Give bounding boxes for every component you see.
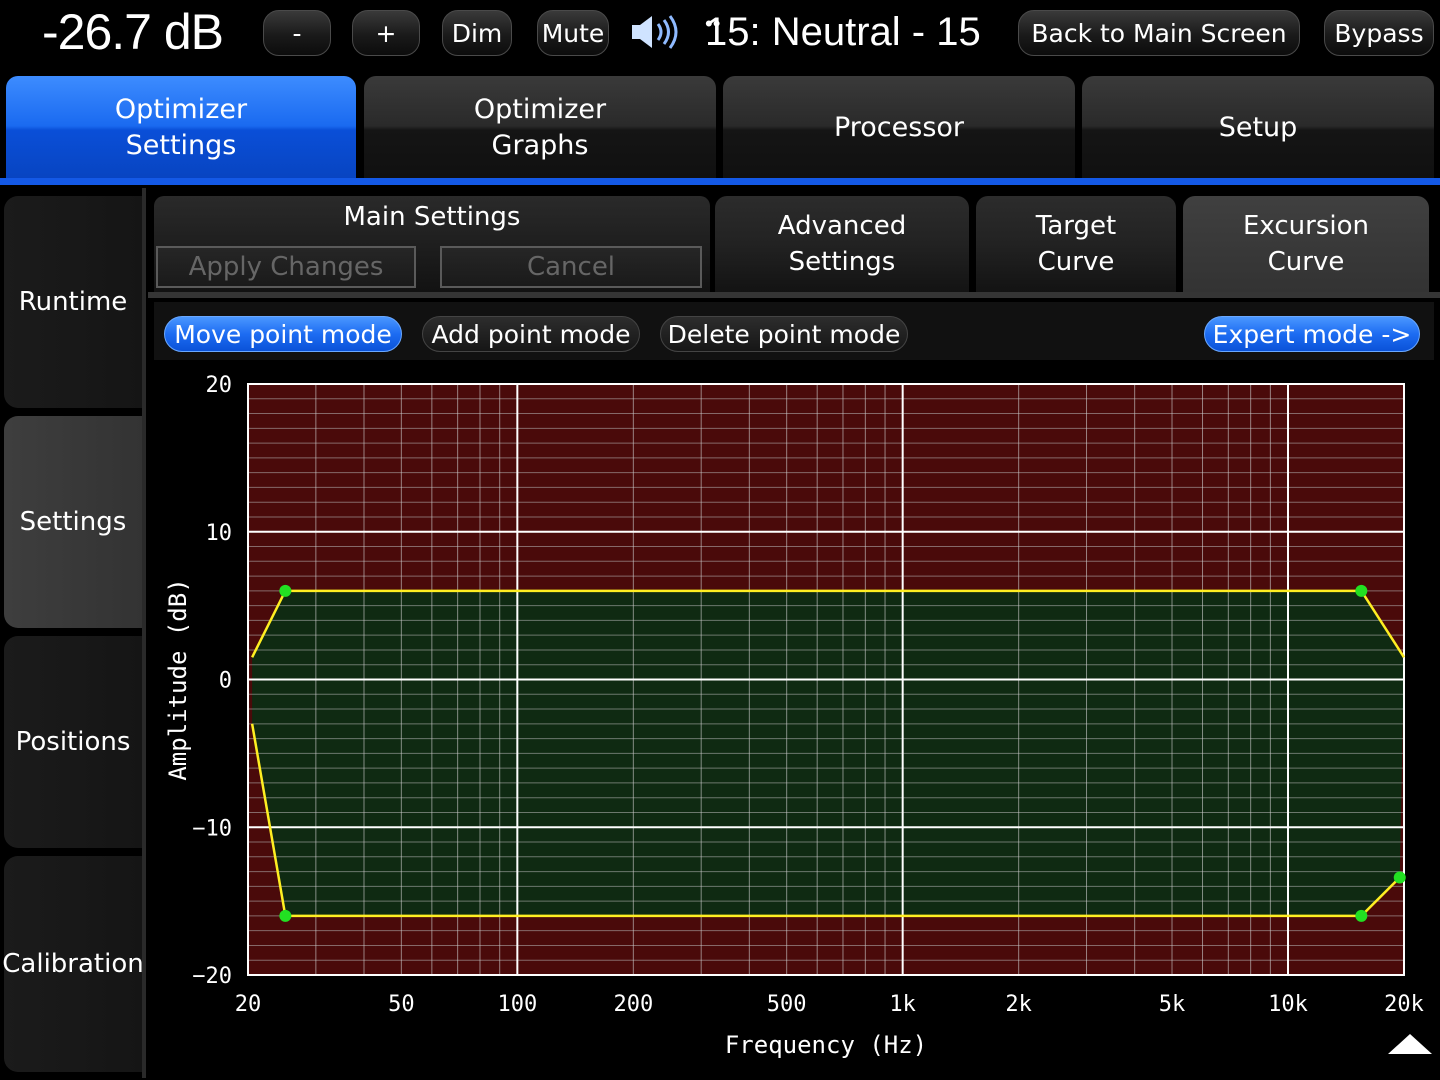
- side-tab-settings[interactable]: Settings: [4, 416, 142, 628]
- x-tick-label: 5k: [1159, 992, 1186, 1017]
- x-tick-label: 1k: [889, 992, 916, 1017]
- volume-up-button[interactable]: +: [352, 10, 420, 56]
- tab-optimizer-settings[interactable]: Optimizer Settings: [6, 76, 356, 180]
- x-tick-label: 50: [388, 992, 415, 1017]
- curve-control-point[interactable]: [1355, 909, 1368, 922]
- x-axis-label: Frequency (Hz): [725, 1031, 927, 1059]
- apply-changes-button[interactable]: Apply Changes: [156, 246, 416, 288]
- side-tab-label: Calibration: [2, 949, 144, 979]
- tab-optimizer-graphs[interactable]: Optimizer Graphs: [364, 76, 716, 180]
- x-tick-label: 2k: [1005, 992, 1032, 1017]
- add-point-mode-button[interactable]: Add point mode: [422, 316, 640, 352]
- side-tab-label: Settings: [19, 507, 127, 537]
- x-tick-label: 200: [613, 992, 653, 1017]
- delete-point-mode-button[interactable]: Delete point mode: [660, 316, 908, 352]
- tab-label-line1: Optimizer: [473, 94, 607, 125]
- tab-label-line1: Target: [1035, 211, 1117, 241]
- preset-name: 15: Neutral - 15: [705, 10, 981, 54]
- tab-label-line2: Settings: [788, 247, 896, 277]
- main-tabs: Optimizer Settings Optimizer Graphs Proces…: [0, 72, 1440, 182]
- tab-label-line1: Advanced: [777, 211, 907, 241]
- y-tick-label: 20: [206, 373, 233, 398]
- expert-mode-button[interactable]: Expert mode ->: [1204, 316, 1420, 352]
- y-tick-label: −20: [192, 964, 232, 989]
- curve-control-point[interactable]: [279, 584, 292, 597]
- mode-bar: Move point mode Add point mode Delete po…: [154, 302, 1434, 360]
- tab-target-curve[interactable]: Target Curve: [976, 196, 1176, 292]
- curve-control-point[interactable]: [279, 909, 292, 922]
- side-tab-label: Positions: [15, 727, 131, 757]
- main-settings-title[interactable]: Main Settings: [154, 202, 710, 232]
- tab-advanced-settings[interactable]: Advanced Settings: [715, 196, 969, 292]
- volume-down-button[interactable]: -: [263, 10, 331, 56]
- curve-control-point[interactable]: [1393, 871, 1406, 884]
- x-tick-label: 10k: [1268, 992, 1308, 1017]
- cancel-button[interactable]: Cancel: [440, 246, 702, 288]
- tab-label-line2: Curve: [1267, 247, 1345, 277]
- tab-label: Setup: [1218, 112, 1298, 143]
- tab-label-line2: Curve: [1037, 247, 1115, 277]
- side-tab-positions[interactable]: Positions: [4, 636, 142, 848]
- side-separator: [142, 188, 146, 1078]
- scroll-up-button[interactable]: [1380, 1012, 1440, 1080]
- tab-excursion-curve[interactable]: Excursion Curve: [1183, 196, 1429, 292]
- back-to-main-screen-button[interactable]: Back to Main Screen: [1018, 10, 1300, 56]
- x-tick-label: 500: [767, 992, 807, 1017]
- move-point-mode-button[interactable]: Move point mode: [164, 316, 402, 352]
- excursion-curve-chart[interactable]: 20 50 100 200 500 1k 2k 5k 10k 20k 20100−10−20 Fr…: [154, 362, 1434, 1072]
- side-tab-calibration[interactable]: Calibration: [2, 856, 144, 1072]
- tab-label-line1: Excursion: [1243, 211, 1369, 241]
- preset-title[interactable]: •• 15: Neutral - 15: [705, 4, 981, 60]
- tab-processor[interactable]: Processor: [723, 76, 1075, 180]
- y-axis-label: Amplitude (dB): [164, 578, 192, 780]
- volume-readout: -26.7 dB: [42, 4, 224, 60]
- tab-label-line2: Graphs: [491, 130, 589, 161]
- curve-control-point[interactable]: [1355, 584, 1368, 597]
- tab-label: Processor: [833, 112, 965, 143]
- y-tick-label: −10: [192, 816, 232, 841]
- tab-label-line1: Optimizer: [114, 94, 248, 125]
- speaker-volume-icon[interactable]: [628, 12, 688, 52]
- tab-setup[interactable]: Setup: [1082, 76, 1434, 180]
- x-tick-label: 100: [497, 992, 537, 1017]
- x-tick-labels: 20 50 100 200 500 1k 2k 5k 10k 20k: [235, 992, 1424, 1017]
- top-bar: -26.7 dB - + Dim Mute •• 15: Neutral - 1…: [0, 0, 1440, 66]
- subtab-underline: [148, 292, 1440, 298]
- mute-button[interactable]: Mute: [537, 10, 609, 56]
- chevron-up-icon: [1388, 1034, 1432, 1054]
- x-tick-label: 20: [235, 992, 262, 1017]
- preset-indicator-dots: ••: [705, 11, 721, 36]
- main-settings-panel: Main Settings Apply Changes Cancel: [154, 196, 710, 296]
- side-tab-runtime[interactable]: Runtime: [4, 196, 142, 408]
- y-tick-label: 0: [219, 669, 232, 694]
- dim-button[interactable]: Dim: [442, 10, 512, 56]
- side-tab-label: Runtime: [18, 287, 128, 317]
- y-tick-labels: 20 10 0 −10 −20: [192, 373, 232, 989]
- tab-underline: [0, 178, 1440, 185]
- y-tick-label: 10: [206, 521, 233, 546]
- bypass-button[interactable]: Bypass: [1324, 10, 1434, 56]
- tab-label-line2: Settings: [125, 130, 237, 161]
